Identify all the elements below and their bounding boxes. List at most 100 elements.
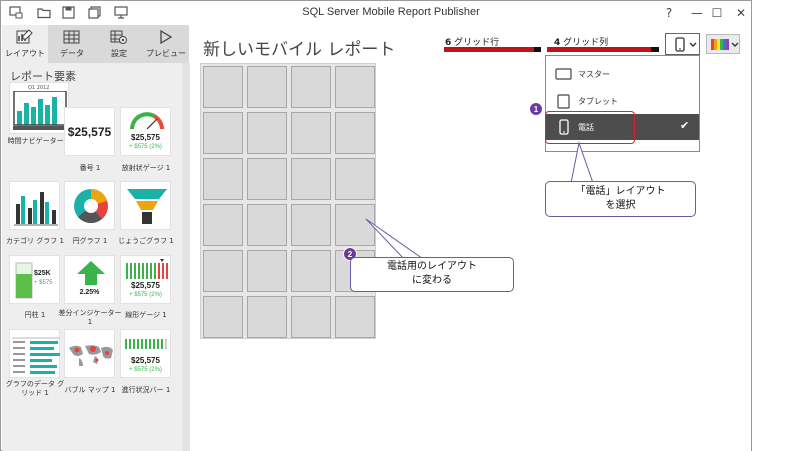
- minimize-button[interactable]: —: [687, 4, 707, 22]
- number-label: 番号 1: [79, 164, 101, 172]
- element-linear-gauge[interactable]: $25,575 + $575 (2%): [120, 255, 171, 304]
- element-number[interactable]: $25,575: [64, 107, 115, 156]
- grid-cell[interactable]: [203, 112, 243, 154]
- grid-cell[interactable]: [247, 158, 287, 200]
- save-as-icon[interactable]: [88, 6, 102, 19]
- element-data-grid[interactable]: [9, 329, 60, 378]
- element-radial-gauge[interactable]: $25,575 + $575 (2%): [120, 107, 171, 156]
- bubble-map-label: バブル マップ 1: [64, 386, 116, 394]
- radial-gauge-thumbnail: [130, 112, 164, 130]
- device-layout-button[interactable]: [665, 33, 700, 55]
- menu-item-tablet-label: タブレット: [578, 97, 618, 106]
- cylinder-thumbnail: [15, 262, 33, 299]
- panel-scrollbar[interactable]: [182, 63, 190, 451]
- menu-item-master[interactable]: マスター: [546, 61, 699, 87]
- left-panel: レイアウト データ 設定 プレビュー レポート要素 Q1 2012 時間ナビゲー…: [2, 25, 190, 451]
- window-title: SQL Server Mobile Report Publisher: [302, 6, 480, 18]
- pie-chart-thumbnail: [74, 189, 108, 224]
- close-button[interactable]: ✕: [731, 4, 751, 22]
- callout-select-phone: 「電話」レイアウト を選択: [545, 181, 696, 217]
- grid-cell[interactable]: [203, 204, 243, 246]
- callout-layout-changes: 電話用のレイアウト に変わる: [350, 257, 514, 292]
- category-chart-thumbnail: [14, 192, 58, 226]
- grid-cell[interactable]: [291, 204, 331, 246]
- grid-cell[interactable]: [291, 66, 331, 108]
- linear-gauge-value: $25,575: [131, 281, 160, 290]
- grid-cell[interactable]: [247, 296, 287, 338]
- element-time-navigator[interactable]: Q1 2012: [9, 82, 69, 134]
- title-bar: SQL Server Mobile Report Publisher ? — ☐…: [1, 1, 751, 25]
- grid-cell[interactable]: [203, 158, 243, 200]
- number-value: $25,575: [67, 125, 112, 139]
- report-title[interactable]: 新しいモバイル レポート: [203, 35, 395, 60]
- element-cylinder[interactable]: $25K + $575: [9, 255, 60, 304]
- checkmark-icon: ✔: [680, 119, 690, 132]
- time-navigator-thumbnail: [13, 91, 67, 130]
- element-pie-chart[interactable]: [64, 181, 115, 230]
- radial-gauge-label: 放射状ゲージ 1: [121, 164, 171, 172]
- pie-chart-label: 円グラフ 1: [72, 237, 108, 245]
- color-palette-icon: [711, 39, 729, 50]
- grid-cell[interactable]: [335, 296, 375, 338]
- grid-rows-slider-thumb[interactable]: [534, 47, 541, 52]
- grid-cell[interactable]: [247, 112, 287, 154]
- app-window: SQL Server Mobile Report Publisher ? — ☐…: [0, 0, 752, 451]
- grid-cell[interactable]: [203, 250, 243, 292]
- element-progress-bar[interactable]: $25,575 + $575 (2%): [120, 329, 171, 378]
- grid-cell[interactable]: [291, 158, 331, 200]
- tab-preview[interactable]: プレビュー: [143, 25, 189, 63]
- indicator-label: 差分インジケーター 1: [58, 309, 122, 326]
- indicator-value: 2.25%: [79, 289, 100, 296]
- radial-gauge-value: $25,575: [131, 133, 160, 142]
- funnel-chart-label: じょうごグラフ 1: [118, 237, 174, 245]
- tab-settings[interactable]: 設定: [96, 25, 142, 63]
- grid-cell[interactable]: [335, 66, 375, 108]
- grid-cell[interactable]: [203, 296, 243, 338]
- grid-cell[interactable]: [291, 250, 331, 292]
- grid-columns-slider-thumb[interactable]: [651, 47, 659, 52]
- preview-icon: [160, 29, 173, 45]
- layout-grid: [200, 63, 376, 339]
- tab-layout[interactable]: レイアウト: [2, 25, 48, 63]
- tab-layout-label: レイアウト: [5, 49, 45, 58]
- help-button[interactable]: ?: [659, 4, 679, 22]
- callout-1-line-1: 「電話」レイアウト: [575, 186, 666, 197]
- tab-settings-label: 設定: [111, 49, 127, 58]
- step-badge-1: 1: [529, 102, 543, 116]
- new-report-icon[interactable]: [9, 6, 23, 19]
- grid-cell[interactable]: [291, 112, 331, 154]
- chevron-down-icon: [731, 42, 739, 47]
- progress-bar-value: $25,575: [131, 356, 160, 365]
- color-palette-button[interactable]: [706, 34, 740, 54]
- grid-cell[interactable]: [335, 158, 375, 200]
- tab-preview-label: プレビュー: [146, 49, 186, 58]
- phone-selection-highlight: [545, 111, 635, 144]
- settings-icon: [110, 30, 127, 44]
- grid-cell[interactable]: [203, 66, 243, 108]
- element-bubble-map[interactable]: [64, 329, 115, 378]
- callout-1-line-2: を選択: [605, 200, 636, 211]
- tab-data[interactable]: データ: [49, 25, 95, 63]
- radial-gauge-delta: + $575 (2%): [129, 144, 162, 150]
- data-grid-thumbnail: [12, 337, 60, 374]
- cylinder-value: $25K: [34, 270, 51, 277]
- linear-gauge-thumbnail: [126, 259, 168, 279]
- linear-gauge-label: 線形ゲージ 1: [125, 311, 167, 319]
- element-category-chart[interactable]: [9, 181, 60, 230]
- grid-cell[interactable]: [247, 204, 287, 246]
- maximize-button[interactable]: ☐: [707, 4, 727, 22]
- time-navigator-label: 時間ナビゲーター 1: [7, 137, 71, 145]
- grid-cell[interactable]: [335, 112, 375, 154]
- open-folder-icon[interactable]: [37, 6, 51, 19]
- panel-tabs: レイアウト データ 設定 プレビュー: [2, 25, 189, 63]
- funnel-chart-thumbnail: [127, 189, 167, 224]
- grid-cell[interactable]: [247, 250, 287, 292]
- grid-cell[interactable]: [291, 296, 331, 338]
- grid-cell[interactable]: [247, 66, 287, 108]
- save-icon[interactable]: [62, 6, 76, 19]
- element-indicator[interactable]: 2.25%: [64, 255, 115, 304]
- grid-columns-slider[interactable]: [547, 47, 659, 52]
- publish-icon[interactable]: [114, 6, 128, 19]
- element-funnel-chart[interactable]: [120, 181, 171, 230]
- grid-rows-slider[interactable]: [444, 47, 540, 52]
